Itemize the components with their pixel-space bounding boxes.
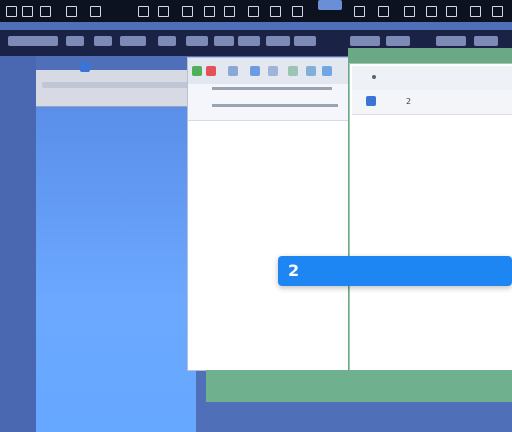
app-icon[interactable]: [224, 6, 235, 17]
app-icon[interactable]: [182, 6, 193, 17]
app-icon[interactable]: [248, 6, 259, 17]
bottom-status-bar: [206, 370, 512, 402]
background-window-bar: [42, 82, 192, 88]
top-icon-strip: [0, 0, 512, 22]
browser-icon[interactable]: [250, 66, 260, 76]
toolbar-item[interactable]: [436, 36, 466, 46]
tools-icon[interactable]: [288, 66, 298, 76]
toolbar-item[interactable]: [214, 36, 234, 46]
right-pane-header[interactable]: [352, 66, 512, 90]
app-icon[interactable]: [6, 6, 17, 17]
green-app-icon[interactable]: [192, 66, 202, 76]
subline-placeholder: [212, 104, 338, 107]
path-placeholder: [212, 87, 332, 90]
app-icon[interactable]: [292, 6, 303, 17]
notification-message: [312, 263, 510, 279]
app-icon[interactable]: [138, 6, 149, 17]
app-icon[interactable]: [40, 6, 51, 17]
right-pane-subheader[interactable]: 2: [352, 90, 512, 115]
app-icon[interactable]: [378, 6, 389, 17]
app-icon[interactable]: [354, 6, 365, 17]
document-toolbar: [188, 58, 348, 85]
toolbar-item[interactable]: [238, 36, 260, 46]
right-pane-index: 2: [406, 97, 412, 106]
notification-count: 2: [288, 261, 300, 280]
settings-icon[interactable]: [268, 66, 278, 76]
browser-icon[interactable]: [80, 62, 90, 72]
app-icon[interactable]: [158, 6, 169, 17]
app-icon[interactable]: [426, 6, 437, 17]
app-icon[interactable]: [66, 6, 77, 17]
app-icon[interactable]: [90, 6, 101, 17]
toolbar-item[interactable]: [386, 36, 410, 46]
red-app-icon[interactable]: [206, 66, 216, 76]
toolbar-item[interactable]: [158, 36, 176, 46]
toolbar-item[interactable]: [294, 36, 316, 46]
toolbar-item[interactable]: [350, 36, 380, 46]
app-icon[interactable]: [446, 6, 457, 17]
desktop-background: [36, 104, 196, 432]
globe-icon[interactable]: [306, 66, 316, 76]
app-icon[interactable]: [22, 6, 33, 17]
app-icon[interactable]: [492, 6, 503, 17]
back-icon[interactable]: [372, 75, 376, 79]
toolbar-item[interactable]: [120, 36, 146, 46]
toolbar-item[interactable]: [266, 36, 290, 46]
toolbar-item[interactable]: [94, 36, 112, 46]
toolbar-item[interactable]: [186, 36, 208, 46]
document-address-bar[interactable]: [188, 84, 348, 121]
active-tab-indicator[interactable]: [318, 0, 342, 10]
app-icon[interactable]: [470, 6, 481, 17]
toolbar-item[interactable]: [8, 36, 58, 46]
toolbar-item[interactable]: [474, 36, 498, 46]
app-icon[interactable]: [404, 6, 415, 17]
desktop-left-edge: [0, 56, 36, 432]
right-pane-paragraph-1: [356, 134, 506, 218]
browser-icon[interactable]: [322, 66, 332, 76]
app-icon[interactable]: [204, 6, 215, 17]
document-icon: [366, 96, 376, 106]
app-icon[interactable]: [270, 6, 281, 17]
folder-icon[interactable]: [228, 66, 238, 76]
toolbar-item[interactable]: [66, 36, 84, 46]
